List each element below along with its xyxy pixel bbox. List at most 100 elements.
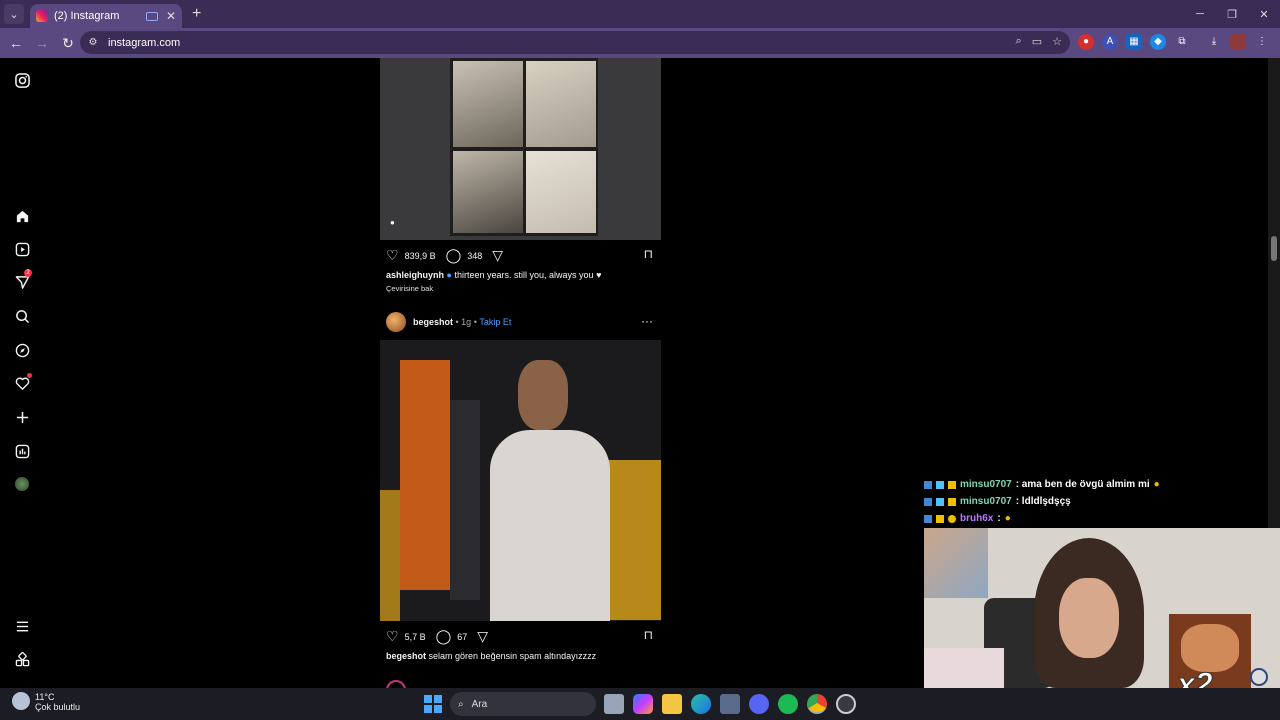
chat-badge-icon (948, 497, 956, 506)
browser-tab-strip: ⌄ (2) Instagram ✕ + ─ ❐ ✕ (0, 0, 1280, 28)
chat-badge-icon (948, 480, 956, 489)
copilot-icon[interactable] (633, 694, 653, 714)
forward-button[interactable]: → (30, 35, 54, 51)
extension-red-icon[interactable]: ● (1078, 34, 1094, 50)
comment-count: 348 (467, 250, 483, 261)
extensions-puzzle-icon[interactable]: ⧉ (1174, 34, 1190, 50)
post-actions: ♡ 5,7 B ◯ 67 ▽ (386, 628, 488, 645)
like-icon[interactable]: ♡ (386, 247, 399, 264)
search-icon[interactable] (12, 306, 32, 326)
back-button[interactable]: ← (4, 35, 28, 51)
taskbar-search[interactable]: ⌕ Ara (450, 692, 596, 716)
home-icon[interactable] (12, 206, 32, 226)
post-username[interactable]: begeshot (413, 317, 453, 327)
explore-icon[interactable] (12, 340, 32, 360)
chat-message: bruh6x : ● (924, 510, 1160, 527)
verified-badge-icon: ● (446, 270, 452, 280)
restore-button[interactable]: ❐ (1216, 0, 1248, 28)
like-count: 839,9 B (404, 250, 436, 261)
chat-text: : (997, 513, 1001, 524)
chat-message: minsu0707 : ldldlşdşçş (924, 493, 1160, 510)
messages-icon[interactable]: 2 (12, 269, 32, 292)
download-icon[interactable]: ⤓ (1206, 34, 1222, 50)
minimize-button[interactable]: ─ (1184, 0, 1216, 28)
new-tab-button[interactable]: + (192, 5, 201, 23)
post-image[interactable] (380, 340, 661, 621)
caption-username[interactable]: begeshot (386, 651, 426, 661)
tab-media-icon (145, 11, 158, 21)
caption-text: thirteen years. still you, always you (454, 270, 594, 280)
extension-blue-icon[interactable]: ◆ (1150, 34, 1166, 50)
profile-avatar-icon[interactable] (12, 474, 32, 494)
tab-close-icon[interactable]: ✕ (166, 9, 176, 23)
like-icon[interactable]: ♡ (386, 628, 399, 645)
chat-badge-icon (948, 514, 956, 523)
file-explorer-icon[interactable] (662, 694, 682, 714)
chat-username: minsu0707 (960, 479, 1012, 490)
chat-badge-icon (924, 497, 932, 506)
follow-separator: • (471, 317, 480, 327)
emoji-icon: ● (1153, 479, 1160, 490)
app-icon[interactable] (836, 694, 856, 714)
chat-badge-icon (936, 497, 944, 506)
post-options-icon[interactable]: ··· (641, 314, 653, 328)
share-icon[interactable]: ▽ (492, 247, 503, 264)
see-translation-link[interactable]: Çevirisine bak (386, 284, 433, 293)
store-icon[interactable] (720, 694, 740, 714)
weather-temp: 11°C (35, 692, 55, 702)
weather-widget[interactable]: 11°C Çok bulutlu (12, 692, 80, 712)
cloud-icon (12, 692, 30, 710)
reload-button[interactable]: ↻ (56, 35, 80, 52)
zoom-icon[interactable]: ⌕ (1016, 35, 1022, 48)
chrome-icon[interactable] (807, 694, 827, 714)
post-avatar[interactable] (386, 312, 406, 332)
dashboard-icon[interactable] (12, 441, 32, 461)
create-icon[interactable] (12, 407, 32, 427)
browser-menu-icon[interactable]: ⋮ (1254, 34, 1270, 50)
follow-button[interactable]: Takip Et (479, 317, 511, 327)
save-icon[interactable]: ⊓ (644, 628, 653, 642)
address-bar[interactable]: ⚙ instagram.com ⌕ ▭ ☆ (80, 31, 1070, 54)
spotify-icon[interactable] (778, 694, 798, 714)
notifications-icon[interactable] (12, 373, 32, 393)
caption-text: selam gören beğensin spam altındayızzzz (428, 651, 597, 661)
instagram-favicon (36, 10, 48, 22)
tab-search-button[interactable]: ⌄ (4, 4, 24, 24)
more-menu-icon[interactable] (12, 616, 32, 636)
post-caption: ashleighuynh ● thirteen years. still you… (386, 270, 601, 280)
edge-icon[interactable] (691, 694, 711, 714)
caption-username[interactable]: ashleighuynh (386, 270, 444, 280)
instagram-sidebar: 2 (0, 58, 44, 688)
cast-icon[interactable]: ▭ (1032, 35, 1042, 48)
post-caption: begeshot selam gören beğensin spam altın… (386, 651, 596, 661)
post-image[interactable]: ● (380, 58, 661, 240)
post-actions: ♡ 839,9 B ◯ 348 ▽ (386, 247, 503, 264)
profile-avatar[interactable] (1230, 34, 1246, 50)
start-button[interactable] (424, 695, 442, 713)
instagram-page: 2 ● ♡ 839,9 B ◯ 348 ▽ ⊓ ashleighuynh ● t… (0, 58, 1280, 688)
chat-username: minsu0707 (960, 496, 1012, 507)
save-icon[interactable]: ⊓ (644, 247, 653, 261)
reels-icon[interactable] (12, 239, 32, 259)
task-view-icon[interactable] (604, 694, 624, 714)
post-header: begeshot • 1g • Takip Et (386, 312, 511, 332)
instagram-logo-icon[interactable] (12, 70, 32, 90)
site-info-icon[interactable]: ⚙ (86, 36, 100, 50)
chat-badge-icon (924, 480, 932, 489)
comment-icon[interactable]: ◯ (436, 628, 452, 645)
close-window-button[interactable]: ✕ (1248, 0, 1280, 28)
comment-icon[interactable]: ◯ (446, 247, 462, 264)
tab-title: (2) Instagram (54, 10, 120, 22)
bookmark-star-icon[interactable]: ☆ (1052, 35, 1062, 48)
extension-calendar-icon[interactable]: ▦ (1126, 34, 1142, 50)
translate-extension-icon[interactable]: A (1102, 34, 1118, 50)
also-from-meta-icon[interactable] (12, 649, 32, 669)
discord-icon[interactable] (749, 694, 769, 714)
chat-text: : ldldlşdşçş (1015, 496, 1071, 507)
tab-instagram[interactable]: (2) Instagram ✕ (30, 4, 182, 28)
chat-badge-icon (936, 514, 944, 523)
share-icon[interactable]: ▽ (477, 628, 488, 645)
next-post-avatar[interactable] (386, 680, 406, 688)
tagged-user-icon[interactable]: ● (390, 218, 400, 228)
scrollbar-thumb[interactable] (1271, 236, 1277, 261)
